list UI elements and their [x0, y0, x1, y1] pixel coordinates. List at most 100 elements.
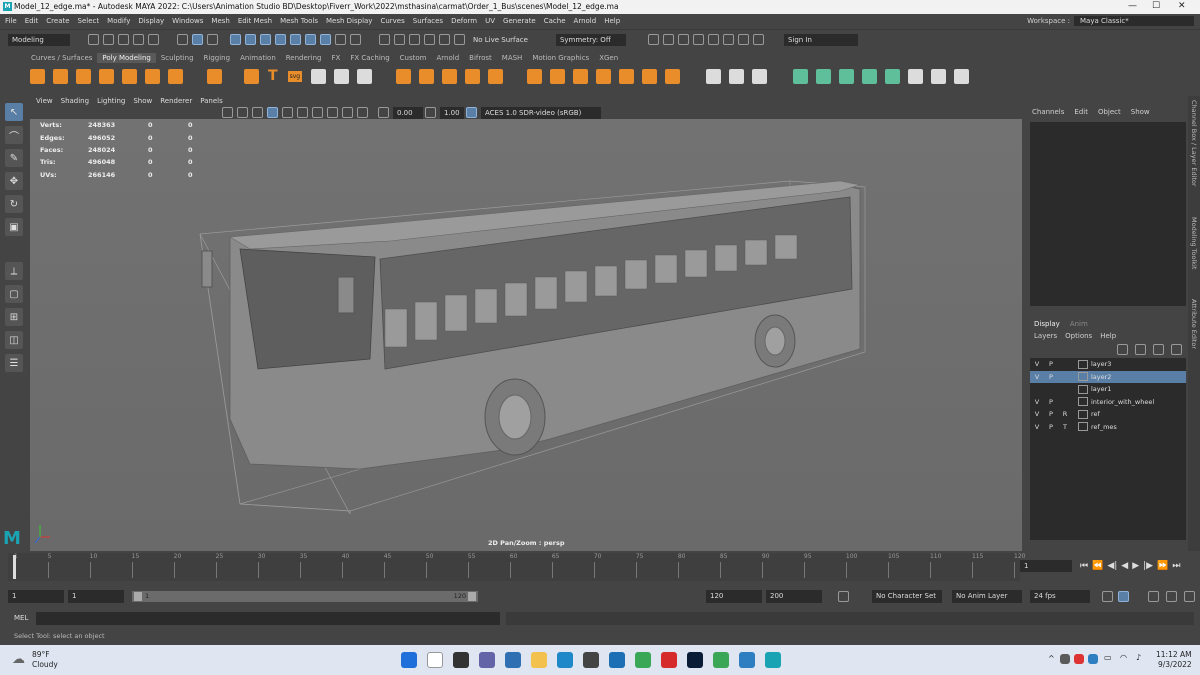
range-bar[interactable]: 1 120 [132, 591, 478, 602]
layer-visibility-toggle[interactable]: V [1030, 373, 1044, 381]
layer-row[interactable]: V P Rref [1030, 408, 1186, 421]
side-tab-modeling-toolkit[interactable]: Modeling Toolkit [1190, 217, 1198, 269]
select-hierarchy-icon[interactable] [177, 34, 188, 45]
poly-cylinder-icon[interactable] [76, 68, 91, 84]
snap-live-icon[interactable] [439, 34, 450, 45]
exposure-field[interactable]: 0.00 [393, 106, 423, 119]
viewport-persp[interactable]: Verts: 248363 0 0 Edges: 496052 0 0 Faces: 248024… [30, 119, 1022, 551]
app-icon[interactable] [609, 652, 625, 668]
move-layer-up-icon[interactable] [1117, 344, 1128, 355]
wedge-icon[interactable] [665, 68, 681, 84]
menu-item-surfaces[interactable]: Surfaces [413, 17, 443, 25]
layer-color-swatch[interactable] [1078, 397, 1088, 407]
channel-menu-object[interactable]: Object [1098, 108, 1121, 116]
search-icon[interactable] [427, 652, 443, 668]
auto-key-icon[interactable] [838, 591, 849, 602]
layer-playback-toggle[interactable]: P [1044, 410, 1058, 418]
menu-item-uv[interactable]: UV [485, 17, 495, 25]
single-perspective-icon[interactable]: ▢ [5, 285, 23, 303]
layer-name[interactable]: layer1 [1091, 385, 1111, 393]
menu-item-edit[interactable]: Edit [25, 17, 39, 25]
layer-name[interactable]: layer2 [1091, 373, 1111, 381]
light-editor-icon[interactable] [737, 34, 749, 45]
svg-tool-icon[interactable]: svg [287, 70, 303, 82]
opera-icon[interactable] [661, 652, 677, 668]
current-time-indicator[interactable] [13, 555, 16, 579]
teams-chat-icon[interactable] [479, 652, 495, 668]
undo-icon[interactable] [133, 34, 144, 45]
layer-playback-toggle[interactable]: P [1044, 423, 1058, 431]
isolate-select-icon[interactable] [327, 107, 338, 118]
viewport-menu-view[interactable]: View [36, 97, 53, 105]
layer-color-swatch[interactable] [1078, 372, 1088, 382]
layer-name[interactable]: ref [1091, 410, 1100, 418]
anim-layer-dropdown[interactable]: No Anim Layer [952, 590, 1022, 603]
store-icon[interactable] [583, 652, 599, 668]
shelf-tab-animation[interactable]: Animation [235, 53, 281, 63]
select-by-deformation-icon[interactable] [290, 34, 301, 45]
uv-editor-icon[interactable] [908, 68, 924, 84]
layer-tab-anim[interactable]: Anim [1070, 320, 1088, 328]
poly-sphere-icon[interactable] [30, 68, 45, 84]
wifi-icon[interactable]: ◠ [1120, 653, 1127, 662]
grid-icon[interactable] [237, 107, 248, 118]
smooth-shade-icon[interactable] [267, 107, 278, 118]
layer-name[interactable]: interior_with_wheel [1091, 398, 1154, 406]
planar-uv-icon[interactable] [793, 68, 809, 84]
weather-temperature[interactable]: 89°F [32, 650, 50, 659]
shelf-tab-rendering[interactable]: Rendering [281, 53, 327, 63]
last-tool-icon[interactable]: ⟂ [5, 262, 23, 280]
fps-dropdown[interactable]: 24 fps [1030, 590, 1090, 603]
side-tab-attribute-editor[interactable]: Attribute Editor [1190, 299, 1198, 349]
history-icon[interactable] [647, 34, 659, 45]
audio-icon[interactable] [1148, 591, 1159, 602]
step-back-frame-icon[interactable]: ◀| [1107, 561, 1117, 571]
sweep-mesh-icon[interactable] [311, 68, 327, 84]
select-component-icon[interactable] [207, 34, 218, 45]
poly-plane-icon[interactable] [145, 68, 160, 84]
cylindrical-uv-icon[interactable] [816, 68, 832, 84]
symmetry-dropdown[interactable]: Symmetry: Off [555, 33, 626, 46]
shelf-tab-poly-modeling[interactable]: Poly Modeling [97, 52, 156, 63]
snap-grid-icon[interactable] [379, 34, 390, 45]
workspace-dropdown[interactable]: Maya Classic* [1074, 16, 1194, 26]
layer-color-swatch[interactable] [1078, 409, 1088, 419]
separate-icon[interactable] [419, 68, 435, 84]
shelf-tab-custom[interactable]: Custom [395, 53, 432, 63]
select-tool-icon[interactable]: ↖ [5, 103, 23, 121]
viewport-menu-shading[interactable]: Shading [61, 97, 89, 105]
select-object-icon[interactable] [192, 34, 203, 45]
step-forward-frame-icon[interactable]: |▶ [1143, 561, 1153, 571]
smooth-icon[interactable] [442, 68, 458, 84]
poly-cone-icon[interactable] [99, 68, 114, 84]
layer-playback-toggle[interactable]: P [1044, 360, 1058, 368]
minimize-button[interactable]: — [1128, 1, 1137, 11]
select-by-render-icon[interactable] [320, 34, 331, 45]
range-end-handle[interactable] [468, 592, 476, 601]
layer-row[interactable]: layer1 [1030, 383, 1186, 396]
menu-item-mesh-display[interactable]: Mesh Display [326, 17, 372, 25]
photos-icon[interactable] [739, 652, 755, 668]
camera-uv-icon[interactable] [885, 68, 901, 84]
highlight-selection-icon[interactable] [350, 34, 361, 45]
anim-end-field[interactable]: 120 [706, 590, 762, 603]
menu-set-dropdown[interactable]: Modeling [8, 33, 70, 46]
menu-item-create[interactable]: Create [46, 17, 69, 25]
side-tab-channel-box-layer-editor[interactable]: Channel Box / Layer Editor [1190, 100, 1198, 187]
chrome-profile-icon[interactable] [713, 652, 729, 668]
color-space-dropdown[interactable]: ACES 1.0 SDR-video (sRGB) [481, 106, 601, 119]
layer-visibility-toggle[interactable]: V [1030, 423, 1044, 431]
four-view-icon[interactable]: ⊞ [5, 308, 23, 326]
poly-torus-icon[interactable] [122, 68, 137, 84]
go-to-start-icon[interactable]: ⏮ [1080, 561, 1088, 571]
file-explorer-icon[interactable] [531, 652, 547, 668]
layer-visibility-toggle[interactable]: V [1030, 410, 1044, 418]
start-time-field[interactable]: 1 [8, 590, 64, 603]
redo-icon[interactable] [148, 34, 159, 45]
key-icon[interactable] [1118, 591, 1129, 602]
insert-edge-loop-icon[interactable] [729, 68, 745, 84]
multi-cut-icon[interactable] [706, 68, 722, 84]
poly-platonic-icon[interactable] [207, 68, 222, 84]
scale-tool-icon[interactable]: ▣ [5, 218, 23, 236]
move-tool-icon[interactable]: ✥ [5, 172, 23, 190]
